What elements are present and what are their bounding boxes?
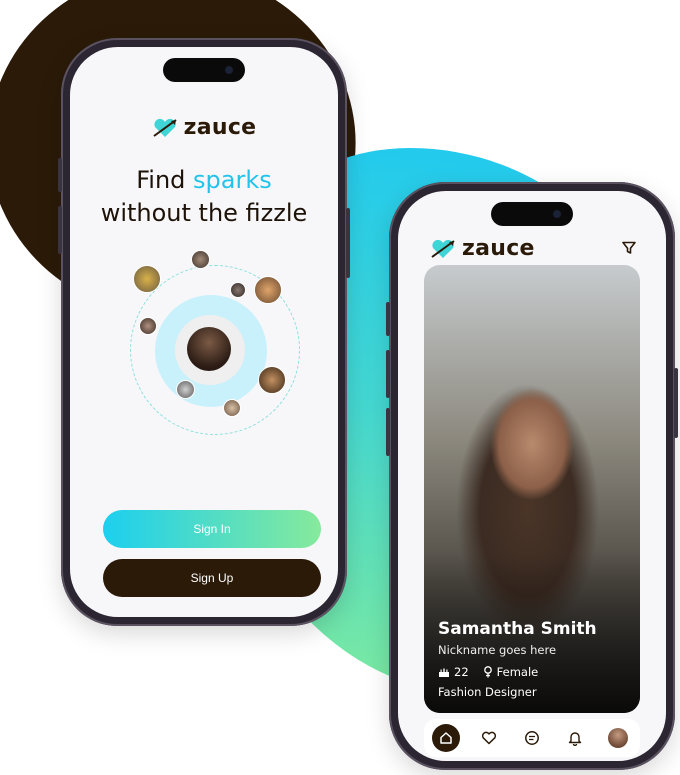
orbit-avatar [133,265,161,293]
orbit-avatar [230,282,246,298]
orbit-avatar [176,380,195,399]
sign-up-button[interactable]: Sign Up [103,559,321,597]
app-logo: zauce [70,115,338,140]
heart-arrow-icon [153,118,177,137]
match-orbit [130,250,300,435]
heart-arrow-icon [431,239,455,258]
nav-notifications[interactable] [561,724,589,752]
profile-occupation: Fashion Designer [438,685,537,699]
profile-info: Samantha Smith Nickname goes here 22 Fem… [438,619,597,699]
onboarding-headline: Find sparks without the fizzle [70,164,338,230]
profile-gender: Female [496,665,539,679]
age-item: 22 [438,665,469,679]
sign-in-button[interactable]: Sign In [103,510,321,548]
profile-name: Samantha Smith [438,619,597,639]
dynamic-island [163,58,245,82]
dynamic-island [491,202,573,226]
filter-icon[interactable] [622,241,636,255]
phone-side-button [386,302,390,336]
headline-accent: sparks [193,166,272,194]
orbit-avatar [254,276,282,304]
avatar [608,728,629,748]
chat-icon [525,731,539,745]
orbit-avatar [191,250,210,269]
center-avatar [187,327,231,371]
phone-side-button [58,158,62,192]
orbit-avatar [139,317,157,335]
phone-side-button [386,408,390,456]
home-icon [439,732,452,744]
app-logo-text: zauce [462,236,535,261]
cake-icon [439,668,449,677]
profile-nickname: Nickname goes here [438,643,557,657]
onboarding-screen: zauce Find sparks without the fizzle Sig… [70,47,338,617]
headline-prefix: Find [136,166,194,194]
bell-icon [568,732,582,746]
nav-likes[interactable] [475,724,503,752]
phone-side-button [674,368,678,438]
phone-side-button [346,208,350,278]
profile-meta: 22 Female [438,665,597,679]
heart-icon [481,731,496,745]
phone-onboarding: zauce Find sparks without the fizzle Sig… [58,38,350,626]
nav-messages[interactable] [518,724,546,752]
orbit-avatar [223,399,241,417]
phone-profile: zauce Samantha Smith Nickname goes here [386,182,678,770]
phone-side-button [386,350,390,398]
app-logo-text: zauce [183,115,257,140]
bottom-nav [424,719,640,757]
nav-home[interactable] [431,724,460,752]
female-icon [483,666,492,678]
app-logo: zauce [430,236,535,261]
nav-profile[interactable] [604,724,632,752]
profile-age: 22 [454,665,469,679]
headline-line2: without the fizzle [100,199,308,227]
phone-side-button [58,206,62,254]
profile-card[interactable]: Samantha Smith Nickname goes here 22 Fem… [424,265,640,713]
orbit-avatar [258,366,286,394]
gender-item: Female [483,665,539,679]
profile-screen: zauce Samantha Smith Nickname goes here [398,191,666,761]
